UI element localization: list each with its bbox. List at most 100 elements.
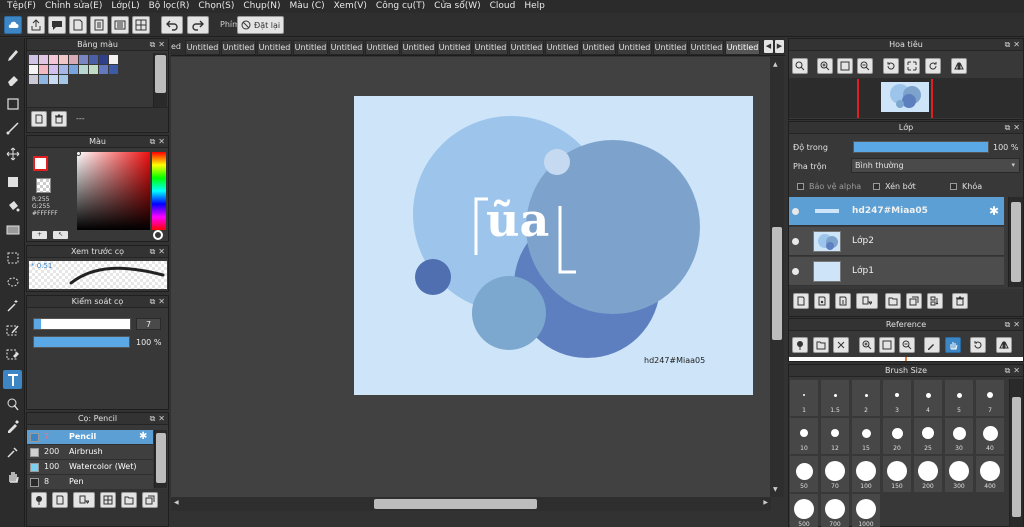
- palette-swatch[interactable]: [89, 55, 98, 64]
- brush-list-item[interactable]: 100 Watercolor (Wet): [27, 460, 153, 475]
- palette-swatch[interactable]: [29, 75, 38, 84]
- brush-size-cell[interactable]: 10: [790, 418, 818, 454]
- tab-untitled[interactable]: Untitled: [473, 40, 508, 55]
- menu-item[interactable]: Bộ lọc(R): [146, 0, 196, 13]
- menu-item[interactable]: Chỉnh sửa(E): [42, 0, 108, 13]
- menu-item[interactable]: Lớp(L): [108, 0, 145, 13]
- close-icon[interactable]: ✕: [1013, 40, 1020, 50]
- clipping-checkbox[interactable]: [873, 183, 880, 190]
- brush-list-item[interactable]: 7 Pencil ✱: [27, 430, 153, 445]
- color-mode-button[interactable]: +: [32, 231, 47, 239]
- nav-flip-button[interactable]: [951, 58, 967, 74]
- palette-swatch[interactable]: [49, 75, 58, 84]
- saturation-value-picker[interactable]: [77, 152, 150, 230]
- tool-select-eraser[interactable]: [3, 344, 22, 363]
- brush-list-scrollbar[interactable]: [154, 430, 167, 488]
- tool-fill-rect[interactable]: [3, 172, 22, 191]
- brush-add-button[interactable]: [31, 492, 47, 508]
- redo-button[interactable]: [187, 16, 209, 34]
- brush-size-cell[interactable]: 1: [790, 380, 818, 416]
- tab-untitled[interactable]: Untitled: [293, 40, 328, 55]
- tool-gradient[interactable]: [3, 220, 22, 239]
- menu-item[interactable]: Công cụ(T): [373, 0, 431, 13]
- new-layer-button[interactable]: [793, 293, 809, 309]
- palette-swatch[interactable]: [49, 55, 58, 64]
- brush-grid-button[interactable]: [100, 492, 116, 508]
- tool-line[interactable]: [3, 118, 22, 137]
- chat-button[interactable]: [48, 16, 66, 34]
- undo-button[interactable]: [161, 16, 183, 34]
- tool-rect-select[interactable]: [3, 94, 22, 113]
- palette-swatch[interactable]: [69, 55, 78, 64]
- palette-swatch[interactable]: [79, 65, 88, 74]
- layer-row[interactable]: Lớp2: [789, 227, 1004, 256]
- brush-size-cell[interactable]: 12: [821, 418, 849, 454]
- tool-magic-wand[interactable]: [3, 296, 22, 315]
- menu-item[interactable]: Màu (C): [287, 0, 331, 13]
- brush-size-cell[interactable]: 150: [883, 456, 911, 492]
- close-icon[interactable]: ✕: [158, 40, 165, 50]
- tool-eraser[interactable]: [3, 70, 22, 89]
- background-color-swatch[interactable]: [36, 178, 51, 193]
- foreground-color-swatch[interactable]: [33, 156, 48, 171]
- brush-size-scrollbar[interactable]: [1009, 379, 1023, 527]
- brush-size-slider[interactable]: [33, 318, 131, 330]
- layer-folder-button[interactable]: [885, 293, 901, 309]
- tool-text[interactable]: [3, 370, 22, 389]
- tab-untitled[interactable]: Untitled: [257, 40, 292, 55]
- tab-untitled[interactable]: Untitled: [689, 40, 724, 55]
- brush-size-cell[interactable]: 200: [914, 456, 942, 492]
- ref-eyedropper-button[interactable]: [924, 337, 940, 353]
- palette-swatch[interactable]: [49, 65, 58, 74]
- new-file-button[interactable]: [69, 16, 87, 34]
- brush-duplicate-button[interactable]: [142, 492, 158, 508]
- close-icon[interactable]: ✕: [1013, 320, 1020, 330]
- brush-size-cell[interactable]: 400: [976, 456, 1004, 492]
- nav-rotate-right-button[interactable]: [925, 58, 941, 74]
- brush-size-cell[interactable]: 30: [945, 418, 973, 454]
- brush-size-cell[interactable]: 25: [914, 418, 942, 454]
- ref-zoom-out-button[interactable]: [899, 337, 915, 353]
- layer-duplicate-button[interactable]: [906, 293, 922, 309]
- reset-button[interactable]: Đặt lại: [237, 16, 284, 34]
- protect-alpha-checkbox[interactable]: [797, 183, 804, 190]
- close-icon[interactable]: ✕: [1013, 366, 1020, 376]
- tab-untitled[interactable]: Untitled: [437, 40, 472, 55]
- ref-hand-button[interactable]: [945, 337, 961, 353]
- close-icon[interactable]: ✕: [158, 297, 165, 307]
- lock-checkbox[interactable]: [950, 183, 957, 190]
- popout-icon[interactable]: ⧉: [1005, 366, 1011, 376]
- popout-icon[interactable]: ⧉: [150, 414, 156, 424]
- tab-scroll-left[interactable]: ◀: [764, 40, 773, 53]
- palette-swatch[interactable]: [109, 55, 118, 64]
- brush-list-item[interactable]: 200 Airbrush: [27, 445, 153, 460]
- palette-swatch[interactable]: [59, 65, 68, 74]
- layer-opacity-slider[interactable]: [853, 141, 989, 153]
- popout-icon[interactable]: ⧉: [150, 40, 156, 50]
- menu-item[interactable]: Cloud: [487, 0, 522, 13]
- tool-bucket[interactable]: [3, 196, 22, 215]
- brush-list-item[interactable]: 8 Pen: [27, 475, 153, 490]
- palette-swatch[interactable]: [79, 55, 88, 64]
- popout-icon[interactable]: ⧉: [1005, 40, 1011, 50]
- ref-zoom-in-button[interactable]: [859, 337, 875, 353]
- new-layer-8bit-button[interactable]: [814, 293, 830, 309]
- new-layer-1bit-button[interactable]: [835, 293, 851, 309]
- popout-icon[interactable]: ⧉: [150, 297, 156, 307]
- eye-icon[interactable]: [792, 208, 799, 215]
- nav-fit-button[interactable]: [837, 58, 853, 74]
- palette-swatch[interactable]: [29, 65, 38, 74]
- tool-move[interactable]: [3, 144, 22, 163]
- tab-untitled[interactable]: Untitled: [653, 40, 688, 55]
- nav-rotate-left-button[interactable]: [883, 58, 899, 74]
- palette-swatch[interactable]: [99, 65, 108, 74]
- brush-size-cell[interactable]: 70: [821, 456, 849, 492]
- tool-eyedropper[interactable]: [3, 416, 22, 435]
- close-icon[interactable]: ✕: [1013, 123, 1020, 133]
- menu-item[interactable]: Tệp(F): [4, 0, 42, 13]
- brush-size-cell[interactable]: 2: [852, 380, 880, 416]
- palette-scrollbar[interactable]: [153, 53, 167, 107]
- tab-untitled[interactable]: Untitled: [545, 40, 580, 55]
- brush-size-value[interactable]: 7: [136, 318, 161, 330]
- palette-swatch[interactable]: [59, 75, 68, 84]
